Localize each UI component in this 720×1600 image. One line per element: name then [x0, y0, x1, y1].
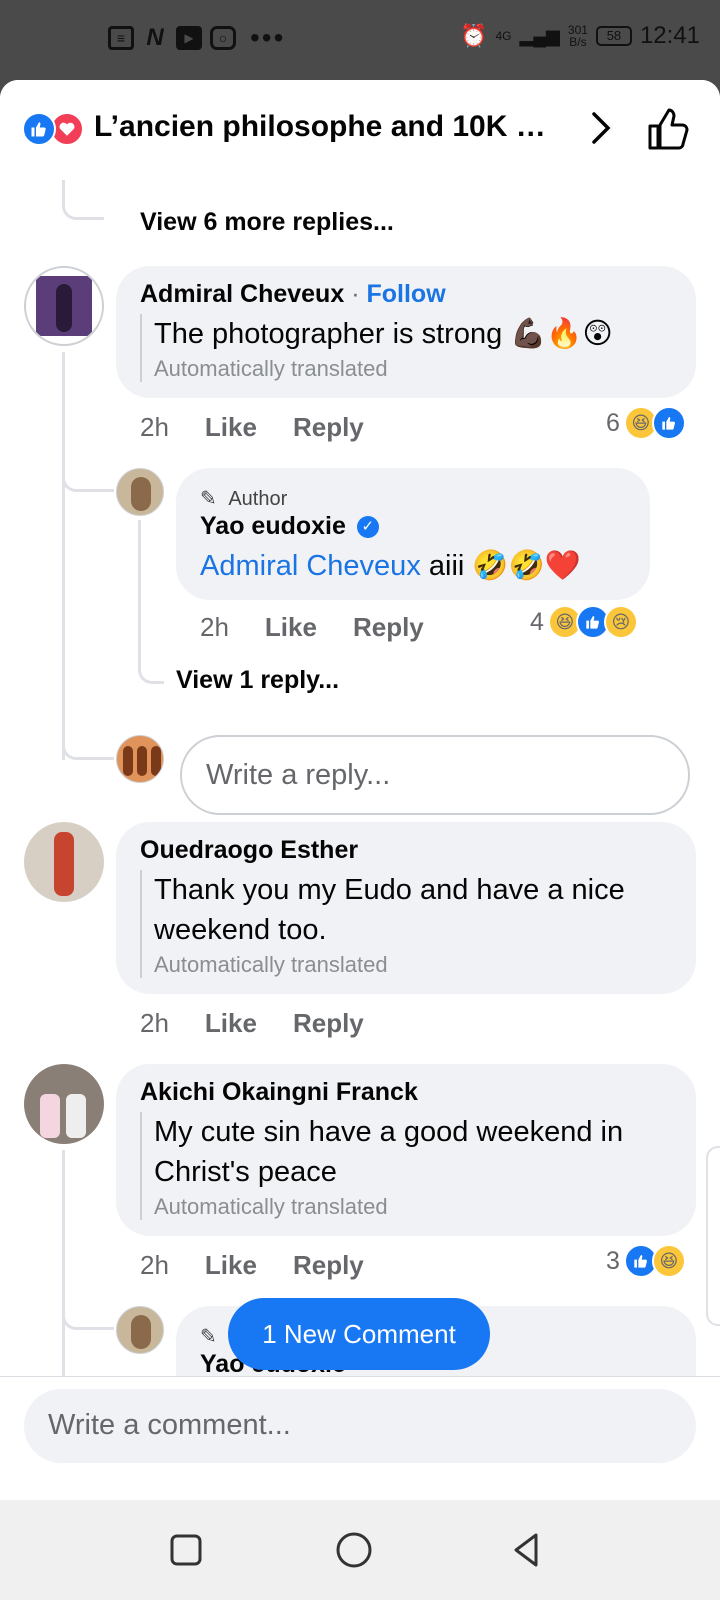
- signal-bars-icon: ▂▄▆: [519, 25, 560, 46]
- separator: ·: [351, 280, 360, 308]
- avatar[interactable]: [24, 1064, 104, 1144]
- reaction-count-value: 6: [606, 408, 620, 437]
- back-icon[interactable]: [506, 1530, 546, 1570]
- composer-bar: Write a comment...: [0, 1376, 720, 1500]
- author-name[interactable]: Yao eudoxie: [200, 512, 346, 540]
- comment-actions: 2h Like Reply: [200, 612, 424, 643]
- reactions-title[interactable]: L’ancien philosophe and 10K ot...: [94, 110, 564, 144]
- reply-input[interactable]: Write a reply...: [180, 735, 690, 815]
- thread-connector: [62, 720, 114, 760]
- like-button[interactable]: Like: [265, 612, 317, 643]
- author-name[interactable]: Ouedraogo Esther: [140, 836, 358, 864]
- comment-actions: 2h Like Reply: [140, 1008, 364, 1039]
- like-button[interactable]: Like: [205, 1008, 257, 1039]
- comment-author[interactable]: Ouedraogo Esther: [140, 836, 358, 865]
- more-notifications-icon: •••: [250, 22, 286, 53]
- comment-text: The photographer is strong 💪🏿🔥😲: [154, 318, 613, 350]
- alarm-icon: ⏰: [460, 23, 488, 48]
- current-user-avatar: [116, 735, 164, 783]
- net-speed: 301 B/s: [568, 24, 588, 48]
- system-indicators: ⏰ 4G ▂▄▆ 301 B/s 58 12:41: [460, 22, 700, 50]
- thread-connector: [62, 1298, 114, 1330]
- author-badge: ✎ Author: [200, 486, 287, 511]
- comment-input[interactable]: Write a comment...: [24, 1389, 696, 1463]
- youtube-icon: ▶: [176, 26, 202, 50]
- clock: 12:41: [639, 22, 700, 49]
- avatar[interactable]: [116, 468, 164, 516]
- recents-icon[interactable]: [166, 1530, 206, 1570]
- like-button[interactable]: Like: [205, 1250, 257, 1281]
- reaction-count[interactable]: 4 😆 😢: [530, 605, 638, 639]
- comment-text-body: aiii 🤣🤣❤️: [420, 550, 581, 582]
- comment-time: 2h: [140, 1008, 169, 1038]
- comment-body: Thank you my Eudo and have a nice weeken…: [140, 870, 680, 978]
- author-name[interactable]: Akichi Okaingni Franck: [140, 1078, 418, 1106]
- reaction-count-value: 3: [606, 1246, 620, 1275]
- thread-connector: [62, 178, 104, 220]
- follow-button[interactable]: Follow: [366, 280, 445, 308]
- comment-time: 2h: [140, 1250, 169, 1280]
- author-name[interactable]: Admiral Cheveux: [140, 280, 344, 308]
- translation-note[interactable]: Automatically translated: [154, 356, 680, 382]
- like-reaction-icon: [651, 406, 686, 440]
- thread-connector: [62, 460, 114, 492]
- home-icon[interactable]: [334, 1530, 374, 1570]
- comment-text: My cute sin have a good weekend in Chris…: [154, 1116, 624, 1188]
- system-nav-bar: [0, 1500, 720, 1600]
- netflix-icon: N: [146, 24, 164, 51]
- reply-button[interactable]: Reply: [293, 1250, 364, 1281]
- status-bar: ≡ N ▶ ○ ••• ⏰ 4G ▂▄▆ 301 B/s 58 12:41: [0, 0, 720, 80]
- thread-line: [138, 520, 141, 670]
- view-more-replies-link[interactable]: View 1 reply...: [176, 666, 339, 695]
- new-comment-button[interactable]: 1 New Comment: [228, 1298, 490, 1370]
- chevron-right-icon[interactable]: [586, 108, 616, 148]
- verified-badge-icon: ✓: [356, 516, 379, 539]
- comment-body: The photographer is strong 💪🏿🔥😲 Automati…: [140, 314, 680, 382]
- reactions-header[interactable]: L’ancien philosophe and 10K ot...: [0, 80, 720, 180]
- like-reaction-icon: [22, 112, 56, 146]
- comment-actions: 2h Like Reply: [140, 412, 364, 443]
- reply-button[interactable]: Reply: [293, 412, 364, 443]
- net-speed-unit: B/s: [569, 35, 587, 49]
- scroll-indicator[interactable]: [706, 1146, 720, 1326]
- mention-link[interactable]: Admiral Cheveux: [200, 550, 421, 582]
- like-button[interactable]: Like: [205, 412, 257, 443]
- avatar[interactable]: [116, 1306, 164, 1354]
- avatar[interactable]: [24, 822, 104, 902]
- signal-4g-label: 4G: [495, 29, 512, 43]
- thread-connector: [138, 654, 164, 684]
- comment-text: Thank you my Eudo and have a nice weeken…: [154, 874, 625, 946]
- thread-line: [62, 352, 65, 760]
- thread-line: [62, 1150, 65, 1376]
- notification-icons: ≡ N ▶ ○ •••: [108, 22, 286, 53]
- comment-actions: 2h Like Reply: [140, 1250, 364, 1281]
- like-post-icon[interactable]: [646, 106, 690, 152]
- news-icon: ≡: [108, 26, 134, 50]
- reaction-count[interactable]: 3 😆: [606, 1244, 686, 1278]
- sad-reaction-icon: 😢: [603, 605, 638, 639]
- comment-author[interactable]: Admiral Cheveux · Follow: [140, 280, 446, 309]
- instagram-icon: ○: [210, 26, 236, 50]
- haha-reaction-icon: 😆: [651, 1244, 686, 1278]
- comments-sheet: L’ancien philosophe and 10K ot... View 6…: [0, 80, 720, 1500]
- comment-text: Admiral Cheveux aiii 🤣🤣❤️: [200, 546, 581, 586]
- comment-author[interactable]: Yao eudoxie ✓: [200, 512, 379, 541]
- reply-button[interactable]: Reply: [293, 1008, 364, 1039]
- reaction-count[interactable]: 6 😆: [606, 406, 686, 440]
- reply-button[interactable]: Reply: [353, 612, 424, 643]
- view-more-replies-link[interactable]: View 6 more replies...: [140, 208, 394, 237]
- comment-body: My cute sin have a good weekend in Chris…: [140, 1112, 680, 1220]
- translation-note[interactable]: Automatically translated: [154, 1194, 680, 1220]
- comment-time: 2h: [140, 412, 169, 442]
- pencil-icon: ✎: [200, 1326, 217, 1348]
- reaction-count-value: 4: [530, 607, 544, 636]
- author-badge-label: Author: [228, 488, 288, 510]
- reaction-summary-icons: [22, 112, 86, 146]
- avatar[interactable]: [24, 266, 104, 346]
- battery-icon: 58: [595, 26, 632, 46]
- comment-time: 2h: [200, 612, 229, 642]
- comment-author[interactable]: Akichi Okaingni Franck: [140, 1078, 418, 1107]
- pencil-icon: ✎: [200, 488, 217, 510]
- translation-note[interactable]: Automatically translated: [154, 952, 680, 978]
